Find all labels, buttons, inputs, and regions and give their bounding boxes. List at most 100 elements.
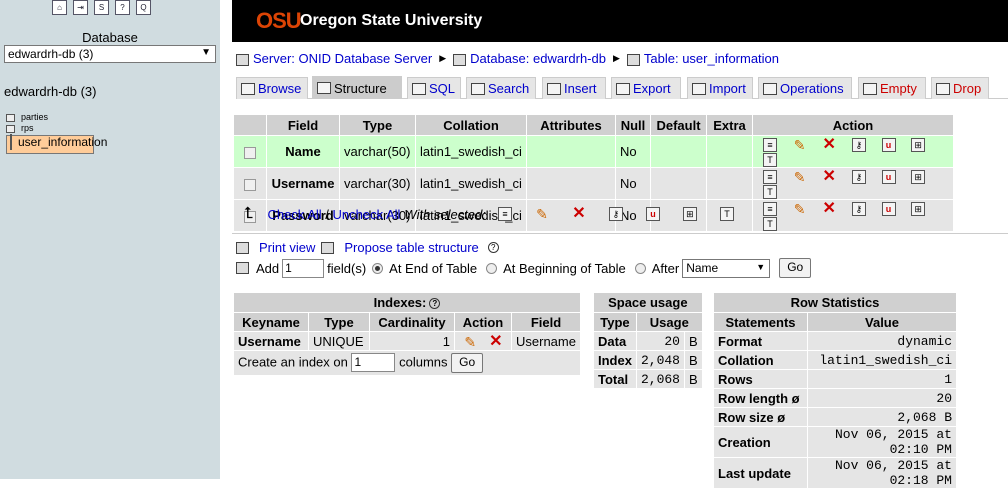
tab-empty[interactable]: Empty	[858, 77, 926, 99]
after-field-select[interactable]: Name ▼	[682, 258, 771, 278]
structure-icon	[317, 82, 331, 94]
breadcrumb-database-label: Database: edwardrh-db	[470, 51, 606, 66]
table-row: Creation Nov 06, 2015 at 02:10 PM	[714, 427, 956, 457]
breadcrumb-database[interactable]: Database: edwardrh-db	[453, 51, 606, 66]
table-item-rps[interactable]: rps	[6, 123, 218, 134]
table-row: Row length ø 20	[714, 389, 956, 407]
uncheck-all-link[interactable]: Uncheck All	[333, 207, 401, 222]
tab-drop[interactable]: Drop	[931, 77, 989, 99]
breadcrumb-server[interactable]: Server: ONID Database Server	[236, 51, 432, 66]
column-header: Null	[616, 115, 650, 135]
index-field: Username	[512, 332, 580, 350]
check-all-link[interactable]: Check All	[267, 207, 321, 222]
index-icon[interactable]: ⊞	[911, 201, 926, 216]
beginning-of-table-radio[interactable]	[486, 262, 498, 274]
server-icon	[236, 53, 249, 66]
edit-icon[interactable]: ✎	[793, 202, 807, 216]
tab-search[interactable]: Search	[466, 77, 536, 99]
index-icon[interactable]: ⊞	[911, 169, 926, 184]
browse-icon[interactable]: ≡	[763, 169, 777, 184]
indexes-table: Indexes:? Keyname Type Cardinality Actio…	[233, 292, 581, 376]
primary-key-icon[interactable]: ⚷	[851, 137, 866, 152]
breadcrumb-server-label: Server: ONID Database Server	[253, 51, 433, 66]
table-item-user-information[interactable]: user_information	[6, 134, 107, 154]
field-type: varchar(30)	[340, 168, 415, 200]
edit-icon[interactable]: ✎	[793, 138, 807, 152]
tab-structure[interactable]: Structure	[312, 76, 402, 99]
edit-icon[interactable]: ✎	[535, 207, 549, 221]
fulltext-icon[interactable]: T	[763, 185, 777, 200]
tab-operations[interactable]: Operations	[758, 77, 852, 99]
print-view-link[interactable]: Print view	[259, 240, 315, 255]
home-icon[interactable]: ⌂	[52, 0, 67, 15]
query-icon[interactable]: Q	[136, 0, 151, 15]
tab-label: Structure	[334, 80, 387, 96]
unique-icon[interactable]: u	[881, 169, 896, 184]
tab-label: Export	[633, 81, 671, 96]
row-actions: ≡ ✎ ✕ ⚷ u ⊞ T	[753, 200, 953, 232]
fulltext-icon[interactable]: T	[763, 153, 777, 168]
table-item-label: parties	[21, 112, 49, 122]
primary-key-icon[interactable]: ⚷	[608, 207, 623, 221]
create-index-go-button[interactable]: Go	[451, 353, 484, 374]
column-header: Keyname	[234, 313, 308, 331]
delete-icon[interactable]: ✕	[822, 168, 836, 184]
logout-icon[interactable]: ⇥	[73, 0, 88, 15]
primary-key-icon[interactable]: ⚷	[851, 201, 866, 216]
add-count-input[interactable]	[282, 258, 325, 278]
delete-icon[interactable]: ✕	[822, 136, 836, 152]
link-separator: /	[321, 206, 333, 222]
row-checkbox[interactable]	[244, 146, 256, 159]
table-list: parties rps user_information	[6, 112, 218, 154]
unique-icon[interactable]: u	[881, 137, 896, 152]
field-collation: latin1_swedish_ci	[416, 168, 526, 200]
space-usage-table: Space usage Type Usage Data 20 B Index 2,04…	[593, 292, 703, 389]
help-icon[interactable]: ?	[487, 242, 499, 253]
index-keyname: Username	[234, 332, 308, 350]
breadcrumb-table[interactable]: Table: user_information	[626, 51, 779, 66]
add-field-row: Add field(s) At End of Table At Beginnin…	[236, 258, 812, 278]
stat-label: Collation	[714, 351, 807, 369]
propose-structure-link[interactable]: Propose table structure	[344, 240, 478, 255]
stat-label: Format	[714, 332, 807, 350]
delete-icon[interactable]: ✕	[489, 333, 503, 349]
unique-icon[interactable]: u	[645, 207, 660, 221]
index-icon[interactable]: ⊞	[682, 207, 697, 221]
chevron-down-icon: ▼	[201, 47, 211, 58]
after-label: After	[651, 260, 680, 276]
table-icon	[6, 124, 15, 133]
primary-key-icon[interactable]: ⚷	[851, 169, 866, 184]
fulltext-icon[interactable]: T	[763, 217, 777, 232]
help-icon[interactable]: ?	[115, 0, 130, 15]
after-radio[interactable]	[634, 262, 646, 274]
add-go-button[interactable]: Go	[779, 258, 812, 278]
sql-icon[interactable]: S	[94, 0, 109, 15]
tab-label: SQL	[429, 81, 456, 96]
stat-value: 1	[808, 370, 956, 388]
database-select[interactable]: edwardrh-db (3) ▼	[4, 45, 216, 63]
current-database-name[interactable]: edwardrh-db (3)	[4, 84, 97, 99]
tab-import[interactable]: Import	[687, 77, 753, 99]
index-icon[interactable]: ⊞	[911, 137, 926, 152]
tab-label: Insert	[564, 81, 597, 96]
create-index-columns-input[interactable]	[351, 352, 396, 372]
browse-icon[interactable]: ≡	[497, 207, 512, 221]
tab-browse[interactable]: Browse	[236, 77, 308, 99]
delete-icon[interactable]: ✕	[572, 206, 586, 222]
tab-insert[interactable]: Insert	[542, 77, 606, 99]
table-item-parties[interactable]: parties	[6, 112, 218, 123]
help-icon[interactable]: ?	[429, 298, 441, 310]
browse-icon[interactable]: ≡	[763, 201, 777, 216]
tab-sql[interactable]: SQL	[407, 77, 461, 99]
tab-export[interactable]: Export	[611, 77, 681, 99]
unique-icon[interactable]: u	[881, 201, 896, 216]
delete-icon[interactable]: ✕	[822, 200, 836, 216]
index-cardinality: 1	[370, 332, 454, 350]
browse-icon[interactable]: ≡	[763, 137, 777, 152]
edit-icon[interactable]: ✎	[793, 170, 807, 184]
fulltext-icon[interactable]: T	[719, 207, 734, 221]
row-checkbox[interactable]	[244, 178, 256, 191]
field-collation: latin1_swedish_ci	[416, 136, 526, 168]
edit-icon[interactable]: ✎	[463, 335, 477, 349]
end-of-table-radio[interactable]	[372, 262, 384, 274]
